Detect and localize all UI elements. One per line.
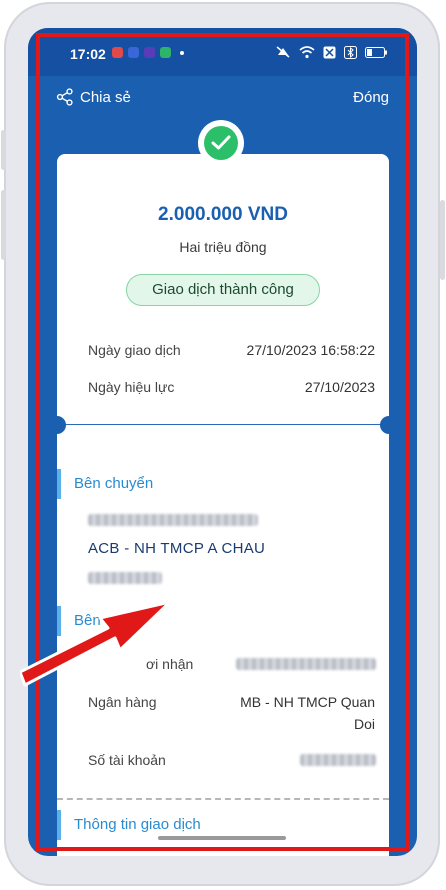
phone-button: [1, 190, 6, 260]
phone-button: [1, 130, 6, 170]
annotation-red-frame: [36, 33, 409, 851]
annotation-arrow-icon: [20, 600, 172, 687]
phone-button: [440, 200, 445, 280]
